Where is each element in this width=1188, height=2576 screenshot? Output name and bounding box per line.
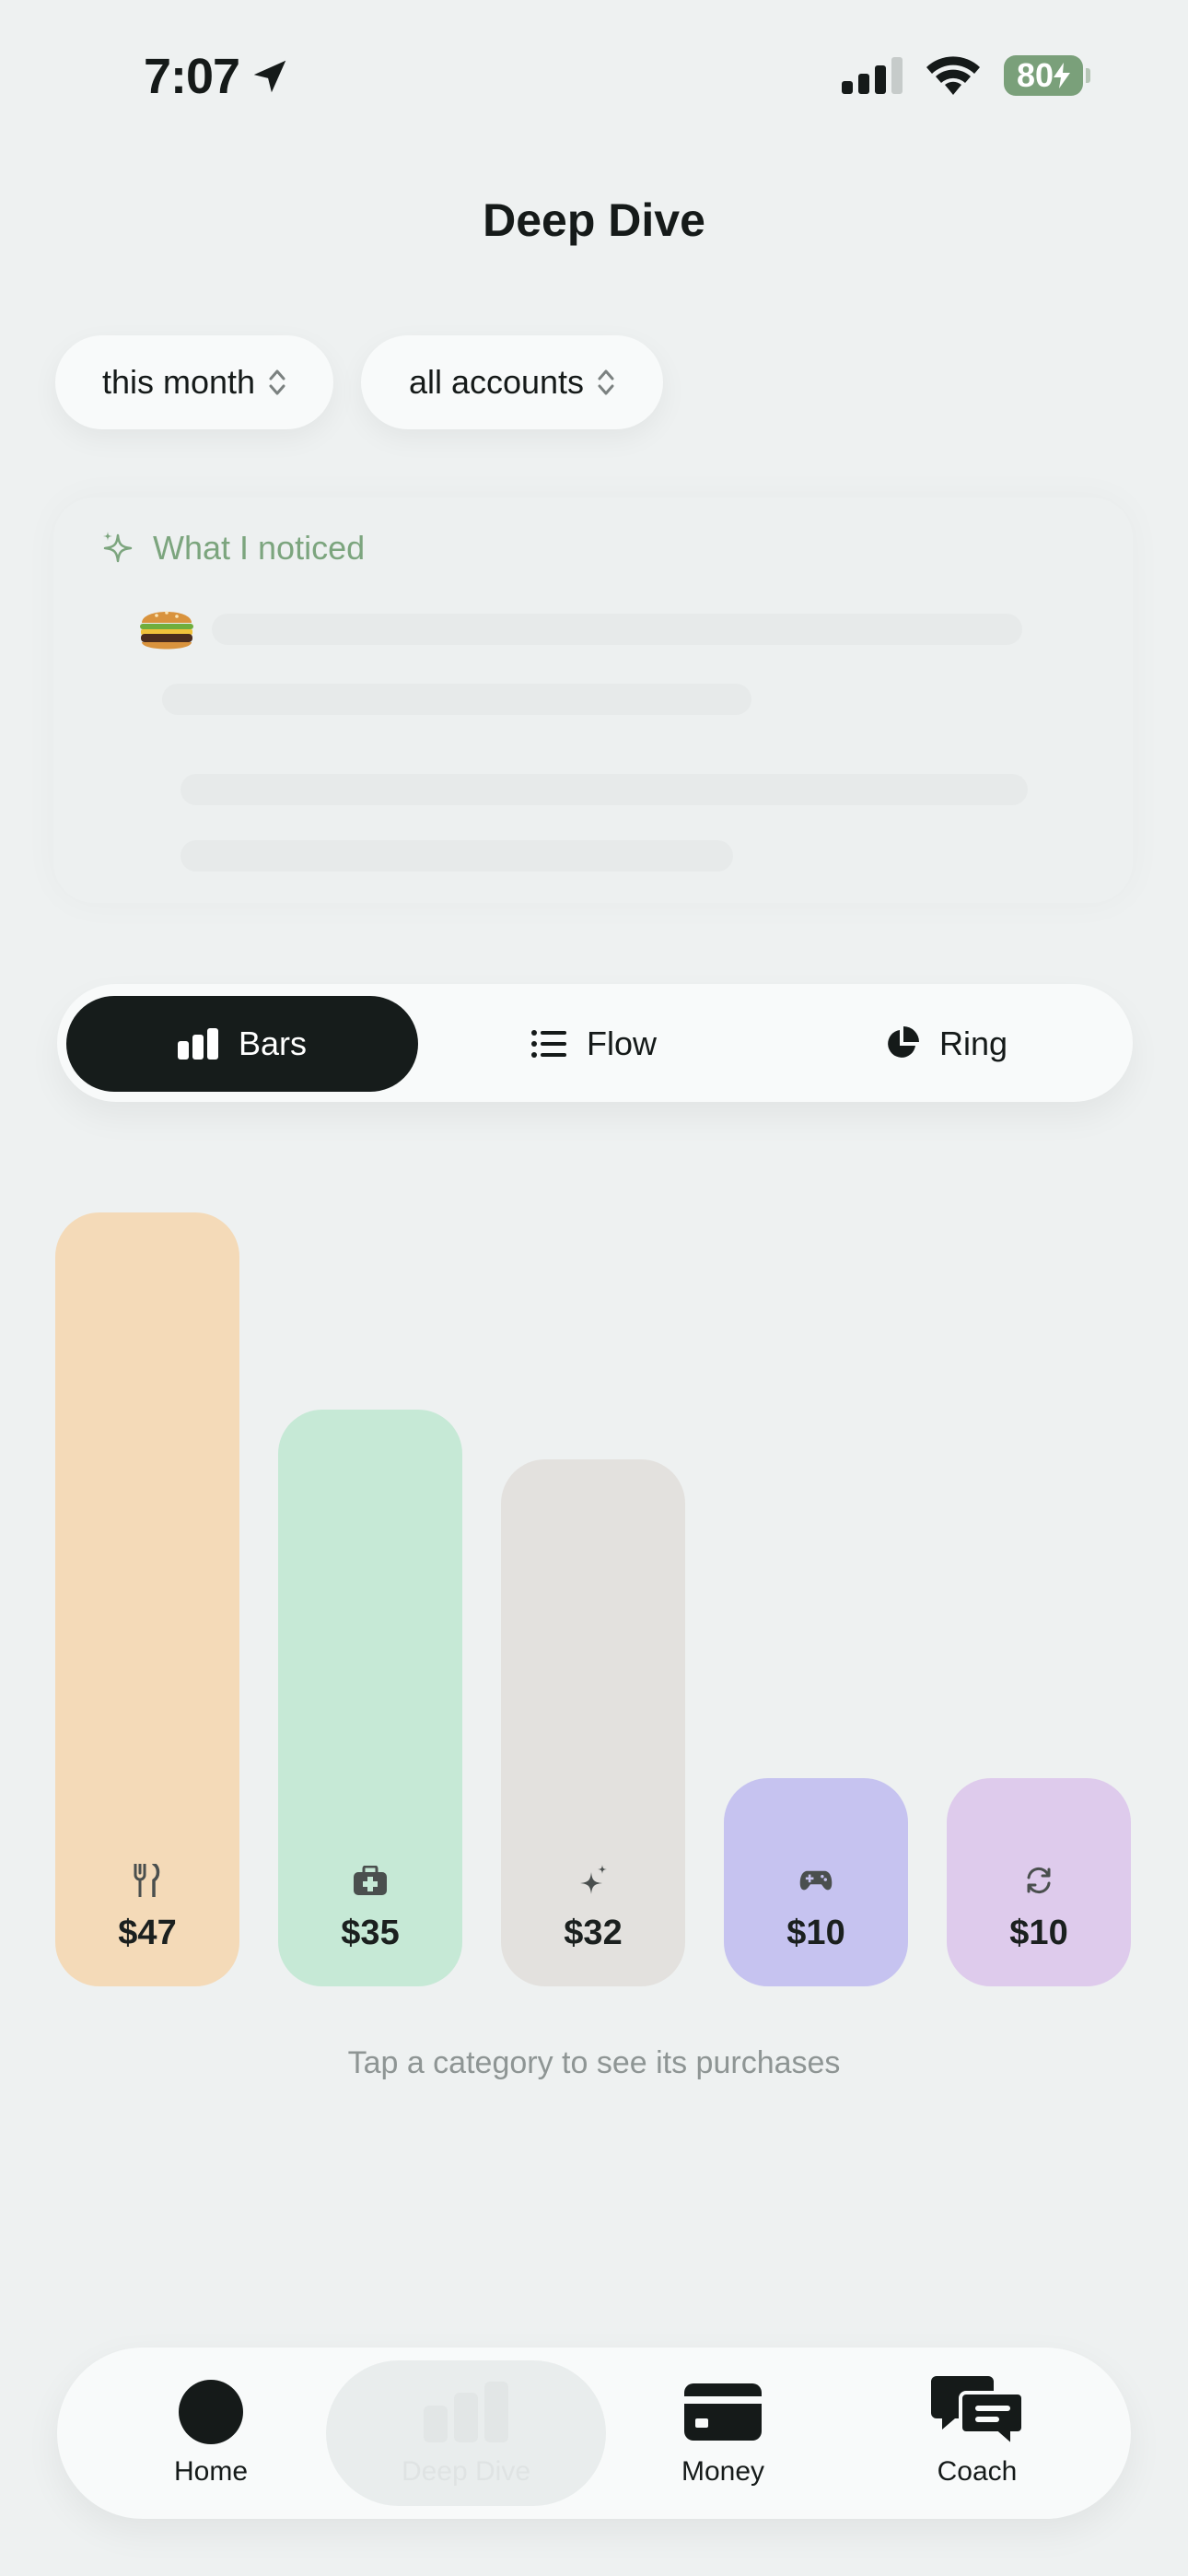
nav-deep-dive[interactable]: Deep Dive (374, 2375, 558, 2495)
battery-indicator: 80 (1004, 55, 1090, 96)
nav-deep-dive-label: Deep Dive (401, 2456, 531, 2487)
insight-text-placeholder (212, 614, 1022, 645)
chevron-up-down-icon (269, 369, 285, 395)
bar-food[interactable]: $47 (55, 1212, 239, 1986)
insight-text-placeholder (181, 774, 1028, 805)
tab-flow-label: Flow (586, 1025, 657, 1062)
tab-ring[interactable]: Ring (770, 996, 1122, 1092)
nav-coach-label: Coach (937, 2456, 1018, 2487)
pie-chart-icon (888, 1026, 919, 1058)
fork-knife-icon (131, 1864, 164, 1897)
bar-value-label: $10 (1009, 1914, 1068, 1952)
bar-other[interactable]: $32 (501, 1459, 685, 1986)
chat-bubbles-icon (931, 2376, 1023, 2448)
status-time-text: 7:07 (144, 49, 240, 104)
charging-bolt-icon (1054, 63, 1071, 88)
sparkle-icon (577, 1864, 610, 1897)
nav-home-label: Home (173, 2456, 249, 2487)
tab-flow[interactable]: Flow (418, 996, 770, 1092)
bar-subscriptions[interactable]: $10 (947, 1778, 1131, 1986)
tab-bars-label: Bars (238, 1025, 308, 1062)
wifi-icon (926, 56, 980, 95)
period-filter[interactable]: this month (55, 335, 333, 429)
cellular-signal-icon (842, 57, 903, 94)
bar-chart-icon (424, 2382, 508, 2442)
insight-heading: What I noticed (153, 529, 366, 567)
status-indicators: 80 (842, 55, 1090, 96)
tab-bars[interactable]: Bars (66, 996, 418, 1092)
chevron-up-down-icon (598, 369, 614, 395)
bar-value-label: $10 (786, 1914, 845, 1952)
nav-coach[interactable]: Coach (885, 2375, 1069, 2495)
bar-value-label: $32 (564, 1914, 623, 1952)
nav-home[interactable]: Home (119, 2375, 303, 2495)
insight-header: What I noticed (99, 529, 365, 568)
status-time: 7:07 (144, 48, 291, 105)
battery-level: 80 (1016, 56, 1054, 94)
bar-games[interactable]: $10 (724, 1778, 908, 1986)
accounts-filter[interactable]: all accounts (361, 335, 663, 429)
bar-health[interactable]: $35 (278, 1410, 462, 1986)
bar-value-label: $47 (118, 1914, 177, 1952)
period-filter-label: this month (101, 363, 256, 401)
card-icon (684, 2383, 762, 2441)
refresh-icon (1022, 1864, 1055, 1897)
gamepad-icon (799, 1864, 833, 1897)
bar-value-label: $35 (341, 1914, 400, 1952)
nav-money-label: Money (681, 2456, 765, 2487)
nav-money[interactable]: Money (631, 2375, 815, 2495)
insight-text-placeholder (181, 840, 733, 872)
tab-ring-label: Ring (938, 1025, 1008, 1062)
location-arrow-icon (253, 60, 286, 93)
chart-hint: Tap a category to see its purchases (347, 2045, 841, 2080)
burger-icon (140, 611, 193, 650)
sparkle-icon (103, 532, 133, 563)
page-title: Deep Dive (483, 194, 705, 246)
bar-chart-icon (177, 1028, 218, 1060)
home-circle-icon (179, 2380, 243, 2444)
accounts-filter-label: all accounts (408, 363, 585, 401)
list-icon (530, 1030, 566, 1058)
first-aid-kit-icon (354, 1864, 387, 1897)
insight-text-placeholder (162, 684, 751, 715)
